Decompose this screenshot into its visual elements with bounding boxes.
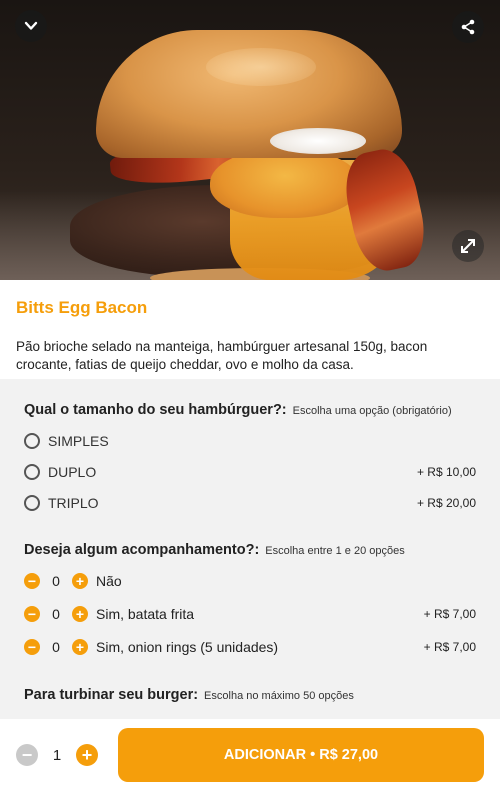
quantity-decrease-button[interactable]: −: [16, 744, 38, 766]
side-group-hint: Escolha entre 1 e 20 opções: [265, 545, 405, 557]
side-option-onion: − 0 + Sim, onion rings (5 unidades) + R$…: [24, 630, 476, 663]
share-button[interactable]: [452, 11, 484, 43]
add-to-cart-button[interactable]: ADICIONAR • R$ 27,00: [118, 728, 484, 782]
side-group-title: Deseja algum acompanhamento?:: [24, 542, 260, 558]
product-info: Bitts Egg Bacon Pão brioche selado na ma…: [0, 280, 500, 379]
boost-group-header: Para turbinar seu burger: Escolha no máx…: [24, 687, 476, 703]
option-label: TRIPLO: [48, 494, 99, 511]
decrease-button[interactable]: −: [24, 605, 40, 622]
close-button[interactable]: [15, 10, 47, 42]
decrease-button[interactable]: −: [24, 638, 40, 655]
option-quantity: 0: [52, 605, 60, 622]
increase-button[interactable]: +: [72, 572, 88, 589]
boost-group-hint: Escolha no máximo 50 opções: [204, 690, 354, 702]
radio-button[interactable]: [24, 494, 40, 511]
order-footer: − 1 + ADICIONAR • R$ 27,00: [0, 719, 500, 791]
option-label: Sim, batata frita: [96, 605, 195, 622]
product-image: [0, 0, 500, 280]
product-description: Pão brioche selado na manteiga, hambúrgu…: [16, 339, 428, 372]
burger-egg: [210, 148, 360, 218]
size-option-simples[interactable]: SIMPLES: [24, 425, 476, 456]
option-label: SIMPLES: [48, 432, 109, 449]
radio-button[interactable]: [24, 432, 40, 449]
size-option-triplo[interactable]: TRIPLO + R$ 20,00: [24, 487, 476, 518]
option-quantity: 0: [52, 572, 60, 589]
boost-group: Para turbinar seu burger: Escolha no máx…: [0, 687, 500, 703]
option-price: + R$ 7,00: [423, 606, 476, 621]
product-title: Bitts Egg Bacon: [16, 298, 148, 317]
side-option-batata: − 0 + Sim, batata frita + R$ 7,00: [24, 597, 476, 630]
option-label: DUPLO: [48, 463, 97, 480]
chevron-down-icon: [24, 21, 38, 30]
option-price: + R$ 10,00: [416, 464, 476, 479]
expand-image-button[interactable]: [452, 230, 484, 262]
decrease-button[interactable]: −: [24, 572, 40, 589]
option-price: + R$ 7,00: [423, 639, 476, 654]
share-icon: [461, 19, 475, 35]
option-price: + R$ 20,00: [416, 495, 476, 510]
increase-button[interactable]: +: [72, 605, 88, 622]
size-group: Qual o tamanho do seu hambúrguer?: Escol…: [0, 402, 500, 518]
side-option-nao: − 0 + Não: [24, 564, 476, 597]
expand-icon: [461, 239, 475, 253]
option-label: Não: [96, 572, 122, 589]
side-group-header: Deseja algum acompanhamento?: Escolha en…: [24, 542, 476, 558]
size-group-title: Qual o tamanho do seu hambúrguer?:: [24, 402, 287, 418]
radio-button[interactable]: [24, 463, 40, 480]
option-label: Sim, onion rings (5 unidades): [96, 638, 279, 655]
side-group: Deseja algum acompanhamento?: Escolha en…: [0, 542, 500, 663]
option-quantity: 0: [52, 638, 60, 655]
quantity-value: 1: [52, 746, 62, 764]
quantity-increase-button[interactable]: +: [76, 744, 98, 766]
boost-group-title: Para turbinar seu burger:: [24, 687, 199, 703]
size-group-header: Qual o tamanho do seu hambúrguer?: Escol…: [24, 402, 476, 418]
size-option-duplo[interactable]: DUPLO + R$ 10,00: [24, 456, 476, 487]
burger-sauce: [270, 128, 366, 154]
size-group-hint: Escolha uma opção (obrigatório): [292, 405, 452, 417]
increase-button[interactable]: +: [72, 638, 88, 655]
